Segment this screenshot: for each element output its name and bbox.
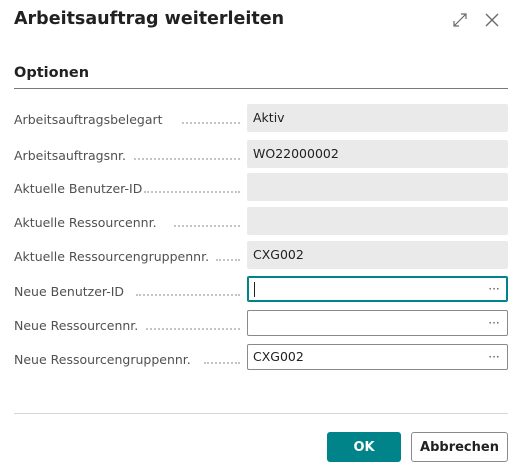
neue-ressource-input[interactable]: ··· — [247, 310, 508, 336]
aktuelle-benutzer-value — [247, 173, 508, 201]
field-label: Neue Ressourcennr. — [14, 318, 139, 333]
neue-benutzer-input[interactable]: ··· — [247, 276, 508, 302]
close-button[interactable] — [480, 8, 504, 32]
expand-button[interactable] — [448, 8, 472, 32]
section-divider — [14, 88, 508, 89]
field-row-neue-benutzer: Neue Benutzer-ID ··· — [14, 276, 508, 306]
field-label: Neue Ressourcengruppennr. — [14, 352, 191, 367]
field-row-aktuelle-benutzer: Aktuelle Benutzer-ID — [14, 173, 508, 203]
leader-dots — [204, 362, 240, 364]
neue-gruppe-input[interactable]: CXG002 ··· — [247, 344, 508, 370]
field-row-neue-gruppe: Neue Ressourcengruppennr. CXG002 ··· — [14, 344, 508, 374]
text-cursor — [254, 282, 255, 297]
field-label: Arbeitsauftragsnr. — [14, 148, 126, 163]
field-label: Aktuelle Ressourcennr. — [14, 215, 157, 230]
leader-dots — [174, 225, 240, 227]
leader-dots — [146, 328, 240, 330]
lookup-ellipsis-icon[interactable]: ··· — [485, 277, 503, 301]
field-row-aktuelle-ressource: Aktuelle Ressourcennr. — [14, 207, 508, 237]
auftragsnr-value: WO22000002 — [247, 140, 508, 168]
field-row-neue-ressource: Neue Ressourcennr. ··· — [14, 310, 508, 340]
footer-divider — [14, 413, 508, 414]
leader-dots — [182, 122, 240, 124]
field-row-aktuelle-gruppe: Aktuelle Ressourcengruppennr. CXG002 — [14, 241, 508, 271]
leader-dots — [216, 259, 240, 261]
close-icon — [485, 13, 499, 27]
lookup-ellipsis-icon[interactable]: ··· — [485, 345, 503, 369]
field-label: Aktuelle Ressourcengruppennr. — [14, 249, 210, 264]
field-row-auftragsnr: Arbeitsauftragsnr. WO22000002 — [14, 140, 508, 170]
ok-button[interactable]: OK — [327, 432, 401, 462]
belegart-value: Aktiv — [247, 104, 508, 132]
dialog-title: Arbeitsauftrag weiterleiten — [14, 9, 285, 29]
section-title: Optionen — [14, 65, 90, 81]
field-row-belegart: Arbeitsauftragsbelegart Aktiv — [14, 104, 508, 134]
expand-arrows-icon — [453, 13, 467, 27]
field-label: Arbeitsauftragsbelegart — [14, 112, 163, 127]
leader-dots — [136, 294, 240, 296]
leader-dots — [144, 191, 240, 193]
field-label: Neue Benutzer-ID — [14, 284, 125, 299]
aktuelle-ressource-value — [247, 207, 508, 235]
lookup-ellipsis-icon[interactable]: ··· — [485, 311, 503, 335]
field-label: Aktuelle Benutzer-ID — [14, 181, 143, 196]
leader-dots — [134, 158, 240, 160]
cancel-button[interactable]: Abbrechen — [411, 432, 508, 462]
dialog: Arbeitsauftrag weiterleiten Optionen Arb… — [0, 0, 520, 472]
aktuelle-gruppe-value: CXG002 — [247, 241, 508, 269]
